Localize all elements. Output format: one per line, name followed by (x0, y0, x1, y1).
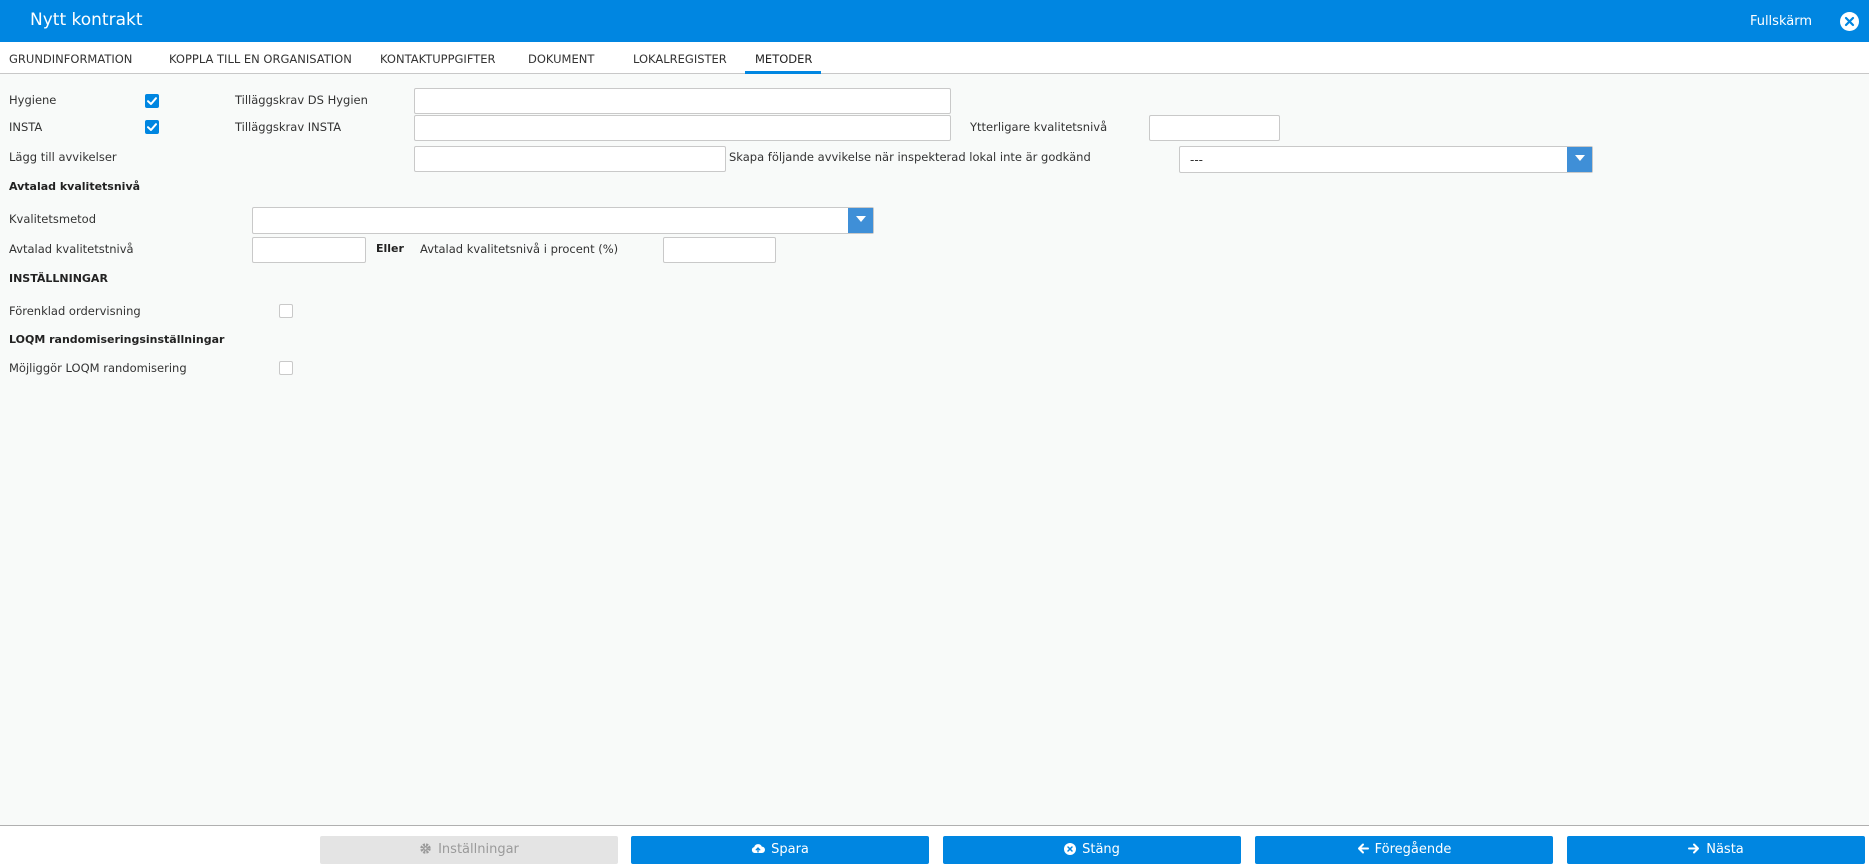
eller-label: Eller (376, 242, 404, 255)
caret-down-icon[interactable] (1567, 147, 1592, 172)
skapa-select[interactable]: --- (1179, 146, 1593, 173)
tab-kontaktuppgifter[interactable]: KONTAKTUPPGIFTER (380, 52, 496, 66)
active-tab-indicator (745, 71, 821, 74)
title-bar: Nytt kontrakt Fullskärm (0, 0, 1869, 42)
arrow-left-icon (1357, 843, 1369, 854)
close-icon[interactable] (1840, 12, 1859, 31)
gear-icon (419, 842, 432, 855)
stang-button[interactable]: Stäng (943, 836, 1241, 864)
tillagg-ds-label: Tilläggskrav DS Hygien (235, 93, 368, 107)
caret-down-icon[interactable] (848, 208, 873, 233)
fullscreen-button[interactable]: Fullskärm (1750, 14, 1812, 29)
spara-button-label: Spara (771, 842, 809, 857)
loqm-header: LOQM randomiseringsinställningar (9, 333, 225, 346)
lagg-till-label: Lägg till avvikelser (9, 150, 117, 164)
lagg-till-input[interactable] (414, 146, 726, 172)
cloud-upload-icon (751, 843, 766, 854)
kvalitetsmetod-label: Kvalitetsmetod (9, 212, 96, 226)
skapa-label: Skapa följande avvikelse när inspekterad… (729, 150, 1091, 164)
check-icon (147, 97, 157, 105)
avtalad-niva-label: Avtalad kvalitetstnivå (9, 242, 134, 256)
avtalad-niva-input[interactable] (252, 237, 366, 263)
nasta-button-label: Nästa (1706, 842, 1744, 857)
nasta-button[interactable]: Nästa (1567, 836, 1865, 864)
kvalitetsmetod-select[interactable] (252, 207, 874, 234)
stang-button-label: Stäng (1082, 842, 1120, 857)
forenklad-label: Förenklad ordervisning (9, 304, 141, 318)
tab-metoder[interactable]: METODER (755, 52, 812, 66)
installningar-button-label: Inställningar (438, 842, 519, 857)
hygiene-label: Hygiene (9, 93, 57, 107)
arrow-right-icon (1688, 843, 1700, 854)
check-icon (147, 123, 157, 131)
installningar-button[interactable]: Inställningar (320, 836, 618, 864)
tab-bar: GRUNDINFORMATION KOPPLA TILL EN ORGANISA… (0, 42, 1869, 74)
loqm-label: Möjliggör LOQM randomisering (9, 361, 187, 375)
ytterligare-input[interactable] (1149, 115, 1280, 141)
avtalad-procent-label: Avtalad kvalitetsnivå i procent (%) (420, 242, 619, 256)
foregaende-button-label: Föregående (1374, 842, 1452, 857)
footer-bar: Inställningar Spara Stäng Föregående Näs… (0, 825, 1869, 868)
ytterligare-label: Ytterligare kvalitetsnivå (970, 120, 1108, 134)
tillagg-insta-label: Tilläggskrav INSTA (235, 120, 342, 134)
tillagg-insta-input[interactable] (414, 115, 951, 141)
tab-lokalregister[interactable]: LOKALREGISTER (633, 52, 727, 66)
tab-dokument[interactable]: DOKUMENT (528, 52, 594, 66)
hygiene-checkbox[interactable] (145, 94, 159, 108)
tab-koppla-till-organisation[interactable]: KOPPLA TILL EN ORGANISATION (169, 52, 352, 66)
installningar-header: INSTÄLLNINGAR (9, 272, 108, 285)
avtalad-header: Avtalad kvalitetsnivå (9, 180, 141, 193)
tab-grundinformation[interactable]: GRUNDINFORMATION (9, 52, 132, 66)
loqm-checkbox[interactable] (279, 361, 293, 375)
tillagg-ds-input[interactable] (414, 88, 951, 114)
forenklad-checkbox[interactable] (279, 304, 293, 318)
avtalad-procent-input[interactable] (663, 237, 776, 263)
foregaende-button[interactable]: Föregående (1255, 836, 1553, 864)
insta-label: INSTA (9, 120, 43, 134)
window-title: Nytt kontrakt (30, 10, 143, 30)
times-circle-icon (1064, 842, 1077, 855)
insta-checkbox[interactable] (145, 120, 159, 134)
skapa-select-value: --- (1190, 153, 1203, 167)
spara-button[interactable]: Spara (631, 836, 929, 864)
